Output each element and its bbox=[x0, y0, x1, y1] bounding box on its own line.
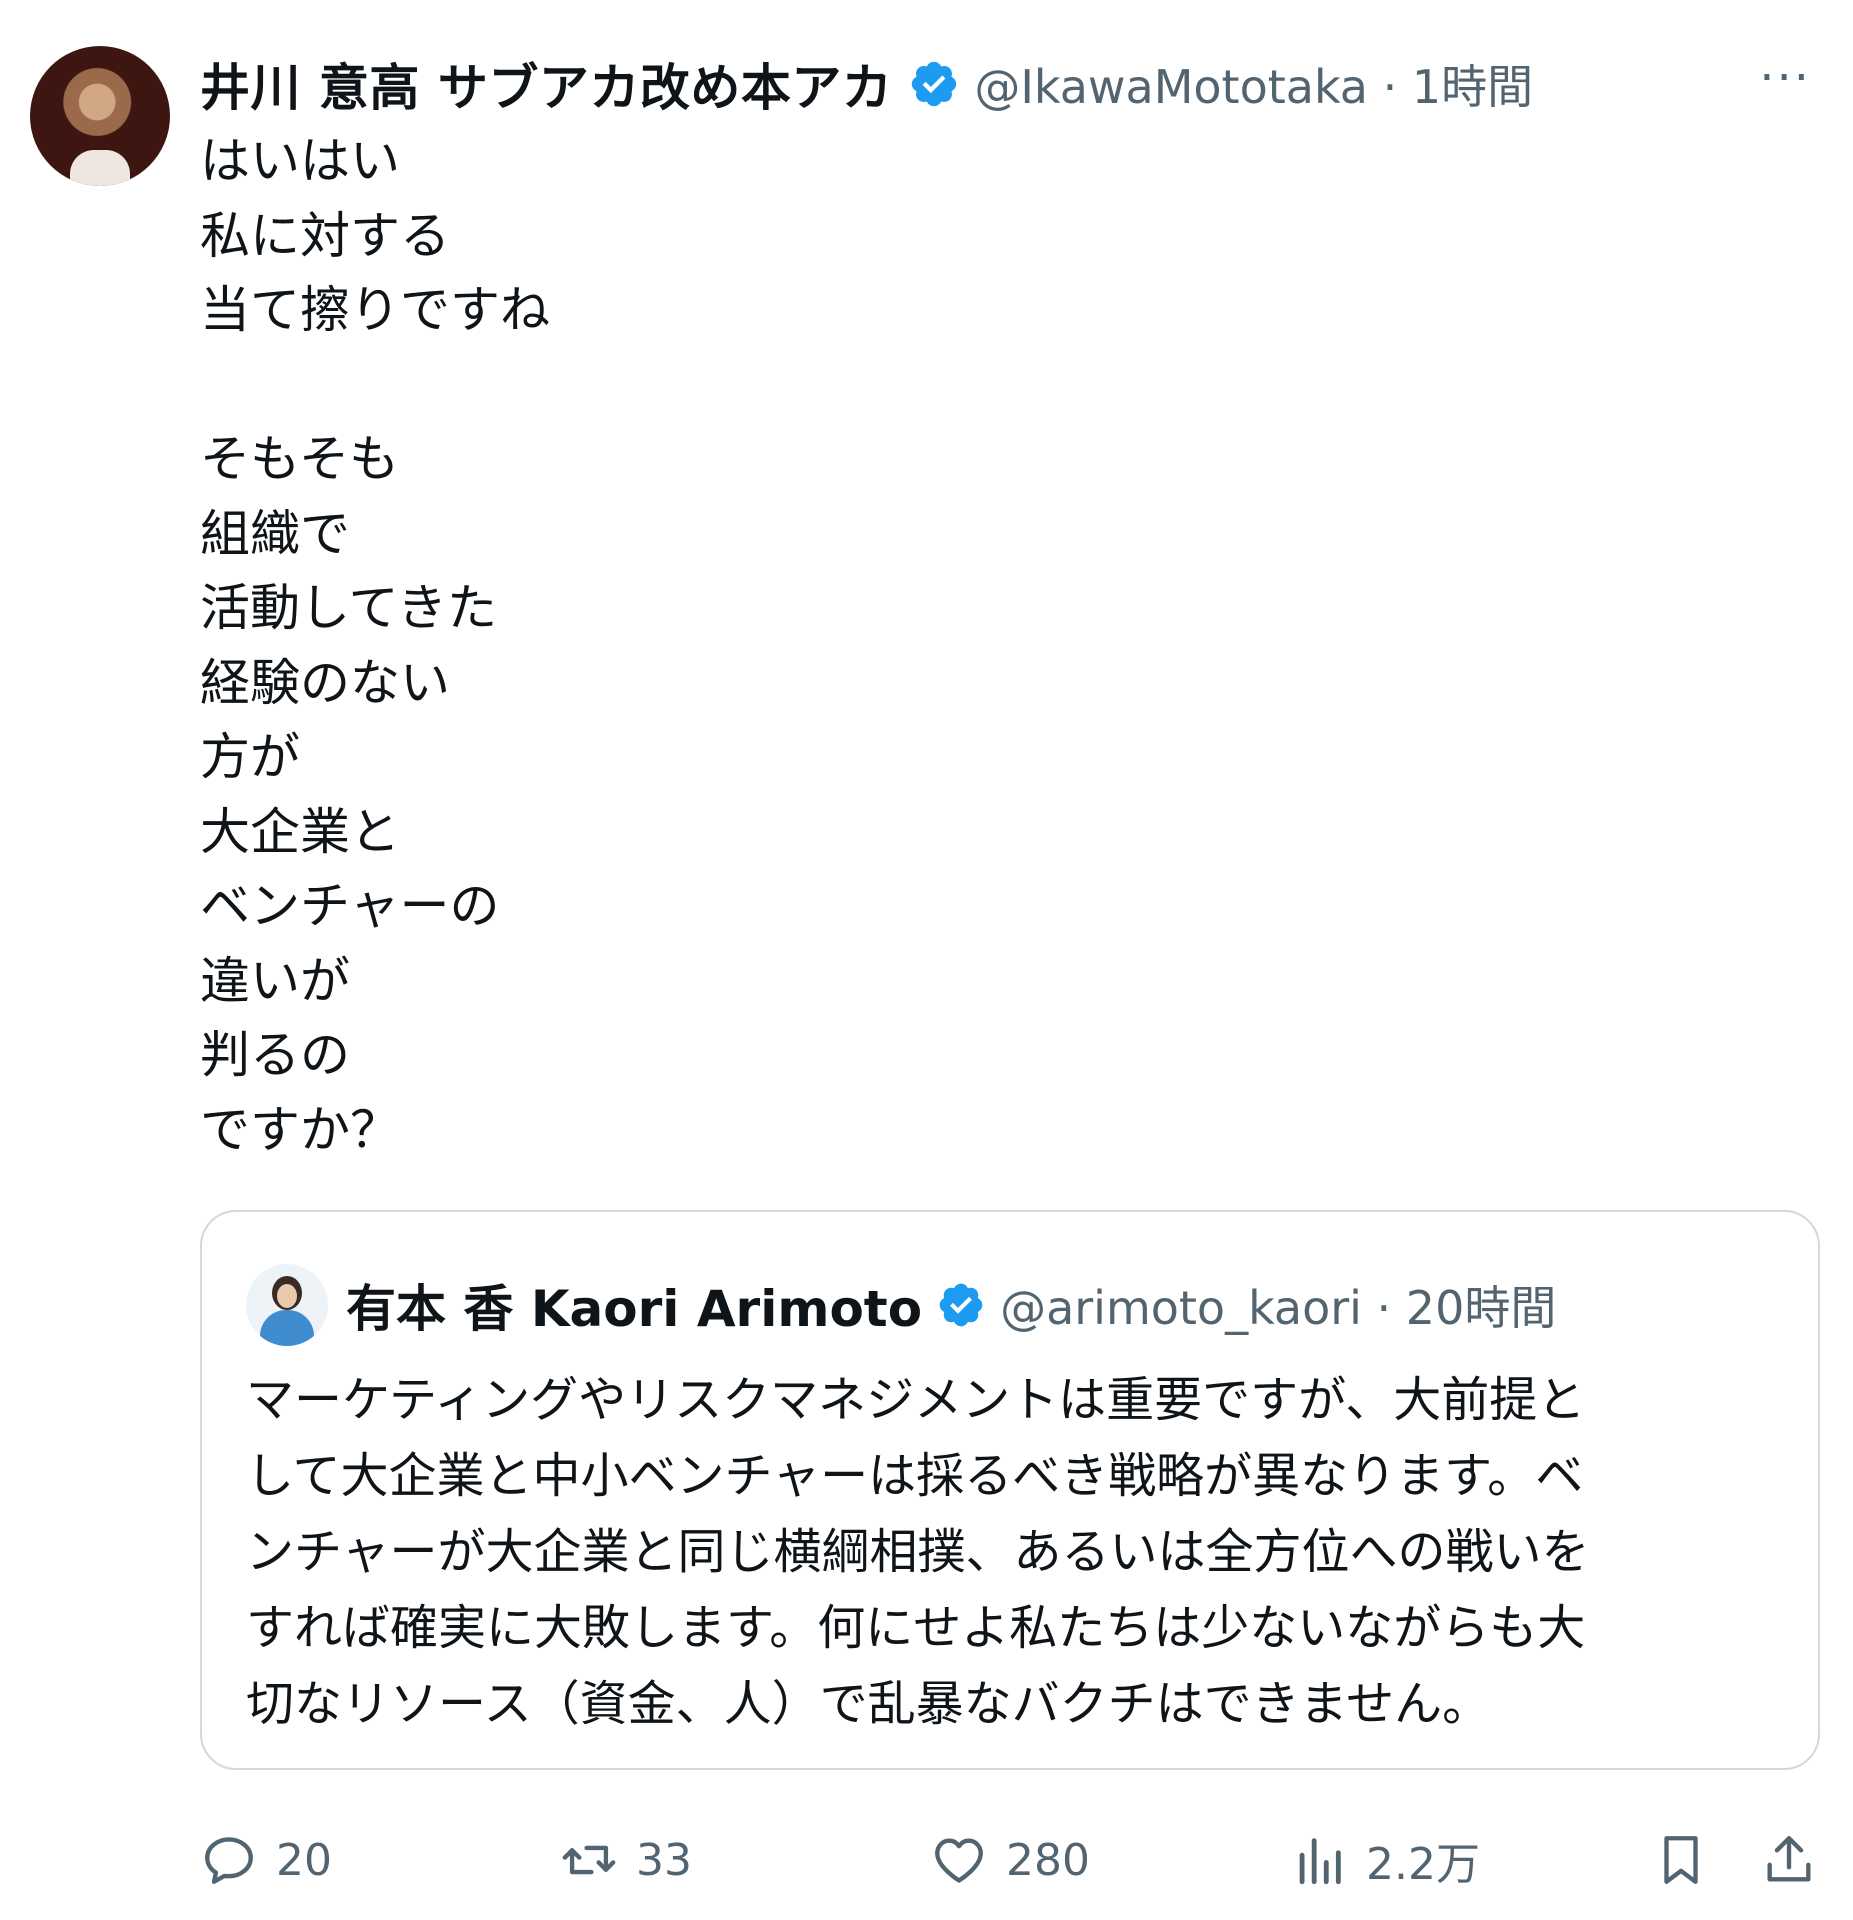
tweet-actions: 20 33 280 2.2万 bbox=[200, 1820, 1820, 1900]
tweet-body-line: 組織で bbox=[200, 504, 350, 563]
like-count: 280 bbox=[1006, 1834, 1090, 1886]
bookmark-icon bbox=[1664, 1836, 1698, 1884]
tweet-body: はいはい 私に対する 当て擦りですね そもそも 組織で 活動してきた 経験のない… bbox=[200, 124, 550, 1167]
tweet-body-line: そもそも bbox=[200, 430, 399, 488]
views-button[interactable]: 2.2万 bbox=[1290, 1820, 1480, 1900]
bookmark-button[interactable] bbox=[1652, 1820, 1710, 1900]
quoted-text-line: ンチャーが大企業と同じ横綱相撲、あるいは全方位への戦いを bbox=[246, 1524, 1590, 1580]
verified-badge-icon bbox=[939, 1283, 983, 1327]
views-count: 2.2万 bbox=[1366, 1839, 1480, 1890]
quoted-tweet[interactable]: 有本 香 Kaori Arimoto @arimoto_kaori · 20時間… bbox=[200, 1210, 1820, 1770]
more-icon[interactable]: ··· bbox=[1759, 54, 1811, 102]
reply-count: 20 bbox=[276, 1834, 332, 1886]
quoted-text-line: すれば確実に大敗します。何にせよ私たちは少ないながらも大 bbox=[246, 1600, 1586, 1656]
quoted-author-handle-and-time: @arimoto_kaori · 20時間 bbox=[1000, 1281, 1557, 1335]
tweet-body-line: ですか？ bbox=[200, 1100, 400, 1159]
reply-button[interactable]: 20 bbox=[200, 1820, 332, 1900]
tweet-body-line: 大企業と bbox=[200, 802, 400, 861]
avatar-body bbox=[260, 1310, 314, 1346]
tweet[interactable]: 井川 意高 サブアカ改め本アカ @IkawaMototaka · 1時間 ···… bbox=[0, 0, 1853, 1920]
author-handle-and-time[interactable]: @IkawaMototaka · 1時間 bbox=[974, 51, 1533, 117]
avatar-shirt bbox=[70, 150, 130, 186]
quoted-tweet-text: マーケティングやリスクマネジメントは重要ですが、大前提と して大企業と中小ベンチ… bbox=[246, 1362, 1786, 1742]
views-icon bbox=[1299, 1838, 1341, 1885]
tweet-body-line: 当て擦りですね bbox=[200, 281, 550, 339]
tweet-body-line: 方が bbox=[200, 728, 300, 786]
verified-badge-icon bbox=[912, 61, 957, 107]
retweet-button[interactable]: 33 bbox=[560, 1820, 692, 1900]
tweet-body-line: 私に対する bbox=[200, 206, 450, 265]
share-icon bbox=[1767, 1836, 1811, 1882]
like-icon bbox=[935, 1838, 983, 1883]
tweet-body-line: 違いが bbox=[200, 951, 350, 1010]
share-button[interactable] bbox=[1760, 1820, 1818, 1900]
tweet-body-line: 活動してきた bbox=[200, 579, 497, 637]
tweet-body-line: 経験のない bbox=[200, 653, 450, 712]
quoted-author-display-name: 有本 香 Kaori Arimoto bbox=[346, 1280, 923, 1338]
quoted-text-line: 切なリソース（資金、人）で乱暴なバクチはできません。 bbox=[246, 1676, 1491, 1732]
tweet-body-line: 判るの bbox=[200, 1026, 350, 1084]
quoted-tweet-header: 有本 香 Kaori Arimoto @arimoto_kaori · 20時間 bbox=[346, 1266, 1556, 1344]
avatar-face bbox=[277, 1284, 297, 1308]
author-avatar[interactable] bbox=[30, 46, 170, 186]
tweet-header: 井川 意高 サブアカ改め本アカ @IkawaMototaka · 1時間 bbox=[200, 48, 1533, 120]
tweet-body-line: はいはい bbox=[200, 132, 400, 190]
quoted-text-line: して大企業と中小ベンチャーは採るべき戦略が異なります。ベ bbox=[246, 1448, 1584, 1504]
quoted-text-line: マーケティングやリスクマネジメントは重要ですが、大前提と bbox=[246, 1372, 1586, 1428]
tweet-body-line: ベンチャーの bbox=[200, 877, 500, 935]
retweet-icon bbox=[562, 1845, 616, 1875]
tweet-body-line bbox=[200, 348, 550, 423]
retweet-count: 33 bbox=[636, 1834, 692, 1886]
reply-icon bbox=[205, 1837, 253, 1884]
quoted-author-avatar[interactable] bbox=[246, 1264, 328, 1346]
author-display-name[interactable]: 井川 意高 サブアカ改め本アカ bbox=[200, 48, 892, 120]
like-button[interactable]: 280 bbox=[930, 1820, 1090, 1900]
